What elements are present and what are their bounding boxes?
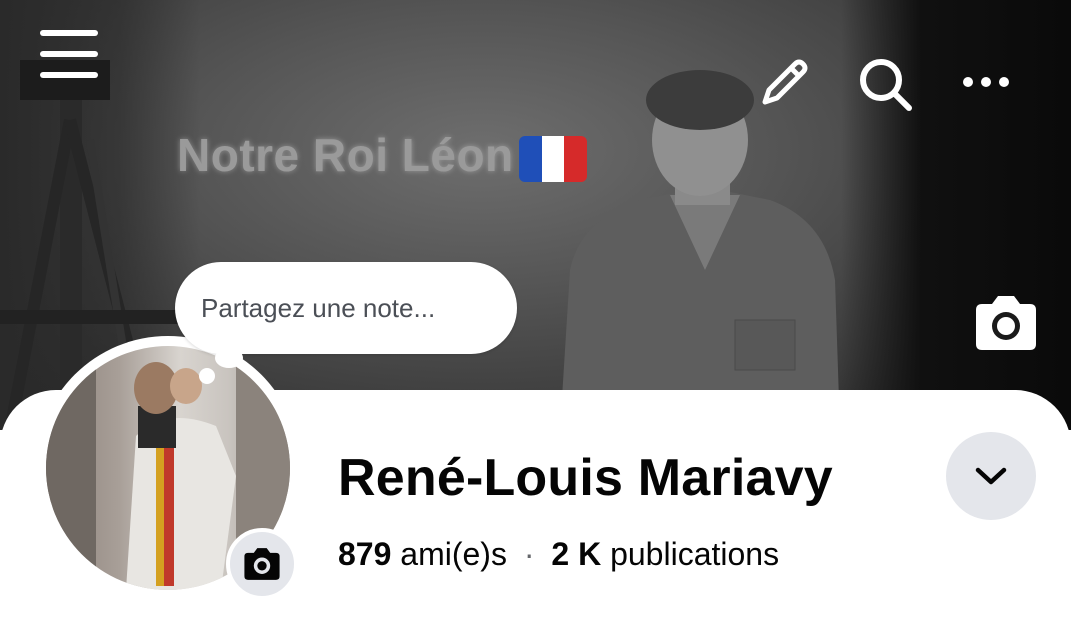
france-flag	[519, 136, 587, 182]
friends-count[interactable]: 879	[338, 536, 391, 572]
more-horizontal-icon[interactable]	[958, 62, 1014, 102]
friends-label[interactable]: ami(e)s	[400, 536, 507, 572]
cover-person-graphic	[560, 70, 840, 430]
profile-name: René-Louis Mariavy	[338, 449, 833, 507]
cover-camera-icon[interactable]	[972, 294, 1040, 352]
hamburger-menu-icon[interactable]	[40, 28, 98, 80]
note-bubble[interactable]: Partagez une note...	[175, 262, 517, 354]
note-bubble-tail-small	[199, 368, 215, 384]
pencil-icon[interactable]	[757, 56, 811, 110]
posts-label[interactable]: publications	[610, 536, 779, 572]
note-placeholder: Partagez une note...	[201, 292, 436, 323]
stats-separator: ·	[523, 536, 535, 572]
search-icon[interactable]	[857, 56, 913, 112]
posts-count[interactable]: 2 K	[551, 536, 601, 572]
expand-profile-button[interactable]	[946, 432, 1036, 520]
avatar-camera-icon[interactable]	[226, 528, 298, 600]
chevron-down-icon	[975, 467, 1007, 485]
cover-title: Notre Roi Léon	[177, 129, 514, 181]
note-bubble-tail	[215, 348, 243, 368]
profile-stats: 879 ami(e)s · 2 K publications	[338, 536, 779, 573]
